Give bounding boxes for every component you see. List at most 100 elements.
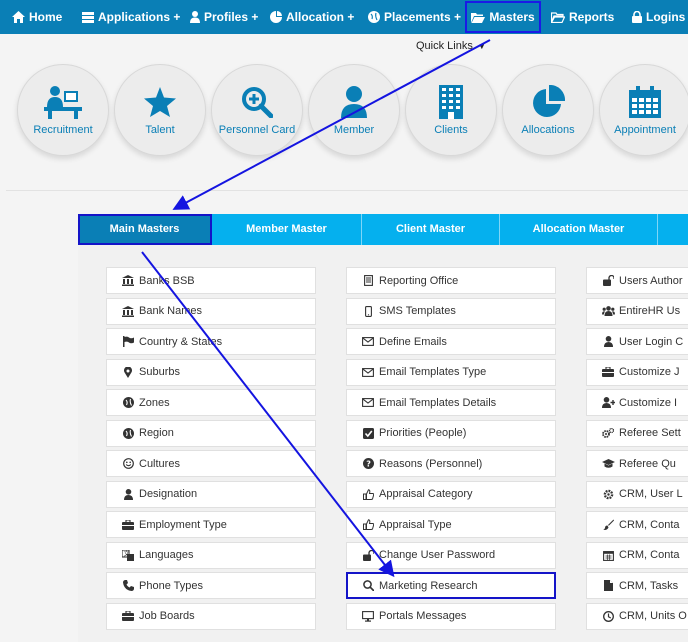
nav-home[interactable]: Home (12, 0, 62, 34)
flag-icon (121, 336, 135, 347)
nav-masters-label: Masters (489, 10, 535, 24)
chevron-down-icon: ▼ (477, 42, 486, 51)
master-item[interactable]: User Login C (586, 328, 688, 355)
user-icon (121, 488, 135, 500)
quick-link-recruitment[interactable]: Recruitment (17, 64, 109, 156)
master-item[interactable]: Referee Sett (586, 419, 688, 447)
master-item[interactable]: Suburbs (106, 358, 316, 386)
masters-grid: Banks BSB Bank Names Country & States Subur… (78, 245, 688, 642)
master-item[interactable]: Reporting Office (346, 267, 556, 294)
master-item-label: SMS Templates (379, 305, 456, 317)
quick-links-toggle[interactable]: Quick Links ▼ (416, 40, 486, 52)
language-icon: 文 (121, 549, 135, 561)
nav-reports[interactable]: Reports (551, 0, 614, 34)
quick-link-member[interactable]: Member (308, 64, 400, 156)
master-item[interactable]: Priorities (People) (346, 419, 556, 447)
user-icon (341, 84, 367, 120)
nav-placements-label: Placements + (384, 10, 462, 24)
master-item[interactable]: Designation (106, 480, 316, 508)
nav-profiles-label: Profiles + (204, 10, 259, 24)
question-circle-icon: ? (361, 458, 375, 469)
master-item[interactable]: Banks BSB (106, 267, 316, 294)
document-icon (361, 275, 375, 286)
master-item[interactable]: Job Boards (106, 602, 316, 630)
master-item-label: Customize J (619, 366, 680, 378)
master-item-label: Referee Qu (619, 457, 676, 470)
master-item[interactable]: Appraisal Category (346, 480, 556, 508)
master-item[interactable]: CRM, User L (586, 480, 688, 508)
master-item-label: Zones (139, 396, 170, 409)
master-item[interactable]: Employment Type (106, 511, 316, 538)
user-icon (601, 336, 615, 347)
nav-profiles[interactable]: Profiles + (190, 0, 258, 34)
master-item-label: Banks BSB (139, 274, 195, 287)
master-item[interactable]: Phone Types (106, 572, 316, 599)
quick-link-clients[interactable]: Clients (405, 64, 497, 156)
quick-link-appointment[interactable]: Appointment (599, 64, 688, 156)
master-item[interactable]: Email Templates Details (346, 389, 556, 416)
nav-applications-label: Applications + (98, 10, 181, 24)
calendar-icon (601, 550, 615, 561)
gear-icon (601, 489, 615, 500)
master-item[interactable]: Referee Qu (586, 450, 688, 477)
list-icon (82, 11, 94, 23)
master-item[interactable]: Bank Names (106, 297, 316, 325)
master-item-label: CRM, Conta (619, 518, 680, 531)
master-item[interactable]: CRM, Tasks (586, 572, 688, 599)
nav-allocation[interactable]: Allocation + (270, 0, 354, 34)
magnify-plus-icon (241, 84, 273, 120)
tab-more[interactable] (658, 214, 688, 245)
app-page: Home Applications + Profiles + Allocatio… (0, 0, 688, 642)
pie-chart-icon (270, 11, 282, 23)
building-icon (439, 84, 463, 120)
map-marker-icon (121, 366, 135, 378)
quick-link-allocations[interactable]: Allocations (502, 64, 594, 156)
users-icon (601, 306, 615, 316)
master-item[interactable]: Cultures (106, 450, 316, 477)
master-item[interactable]: CRM, Conta (586, 541, 688, 569)
master-item[interactable]: Marketing Research (346, 572, 556, 599)
master-item[interactable]: Customize J (586, 358, 688, 386)
tab-main-masters[interactable]: Main Masters (78, 214, 212, 245)
master-item[interactable]: Change User Password (346, 541, 556, 569)
master-item-label: Reasons (Personnel) (379, 457, 483, 470)
master-item-label: Bank Names (139, 305, 202, 317)
svg-text:文: 文 (124, 550, 130, 558)
master-item[interactable]: Customize I (586, 389, 688, 416)
tab-allocation-master[interactable]: Allocation Master (500, 214, 658, 245)
master-item[interactable]: ? Reasons (Personnel) (346, 450, 556, 477)
master-item-label: Email Templates Type (379, 366, 487, 378)
quick-link-talent[interactable]: Talent (114, 64, 206, 156)
quick-link-label: Personnel Card (218, 124, 296, 136)
nav-logins[interactable]: Logins (632, 0, 685, 34)
master-item[interactable]: Country & States (106, 328, 316, 355)
master-item-label: Designation (139, 488, 198, 500)
nav-placements[interactable]: Placements + (368, 0, 461, 34)
master-item[interactable]: Define Emails (346, 328, 556, 355)
master-item[interactable]: Portals Messages (346, 602, 556, 630)
quick-link-label: Talent (145, 124, 175, 136)
quick-link-label: Recruitment (33, 124, 93, 136)
globe-icon (368, 11, 380, 23)
smile-icon (121, 458, 135, 469)
master-item[interactable]: Users Author (586, 267, 688, 294)
nav-applications[interactable]: Applications + (82, 0, 180, 34)
master-item[interactable]: Appraisal Type (346, 511, 556, 538)
tab-client-master[interactable]: Client Master (362, 214, 500, 245)
user-icon (190, 11, 200, 23)
quick-link-personnel-card[interactable]: Personnel Card (211, 64, 303, 156)
check-square-icon (361, 427, 375, 439)
master-item[interactable]: CRM, Conta (586, 511, 688, 538)
master-item-label: CRM, Conta (619, 549, 680, 561)
master-item[interactable]: EntireHR Us (586, 297, 688, 325)
nav-masters[interactable]: Masters (464, 0, 542, 34)
tab-member-master[interactable]: Member Master (212, 214, 362, 245)
master-item-label: Reporting Office (379, 274, 459, 287)
master-item[interactable]: CRM, Units O (586, 602, 688, 630)
master-item[interactable]: Region (106, 419, 316, 447)
master-item[interactable]: 文 Languages (106, 541, 316, 569)
master-item[interactable]: SMS Templates (346, 297, 556, 325)
graduation-cap-icon (601, 458, 615, 469)
master-item[interactable]: Email Templates Type (346, 358, 556, 386)
master-item[interactable]: Zones (106, 389, 316, 416)
